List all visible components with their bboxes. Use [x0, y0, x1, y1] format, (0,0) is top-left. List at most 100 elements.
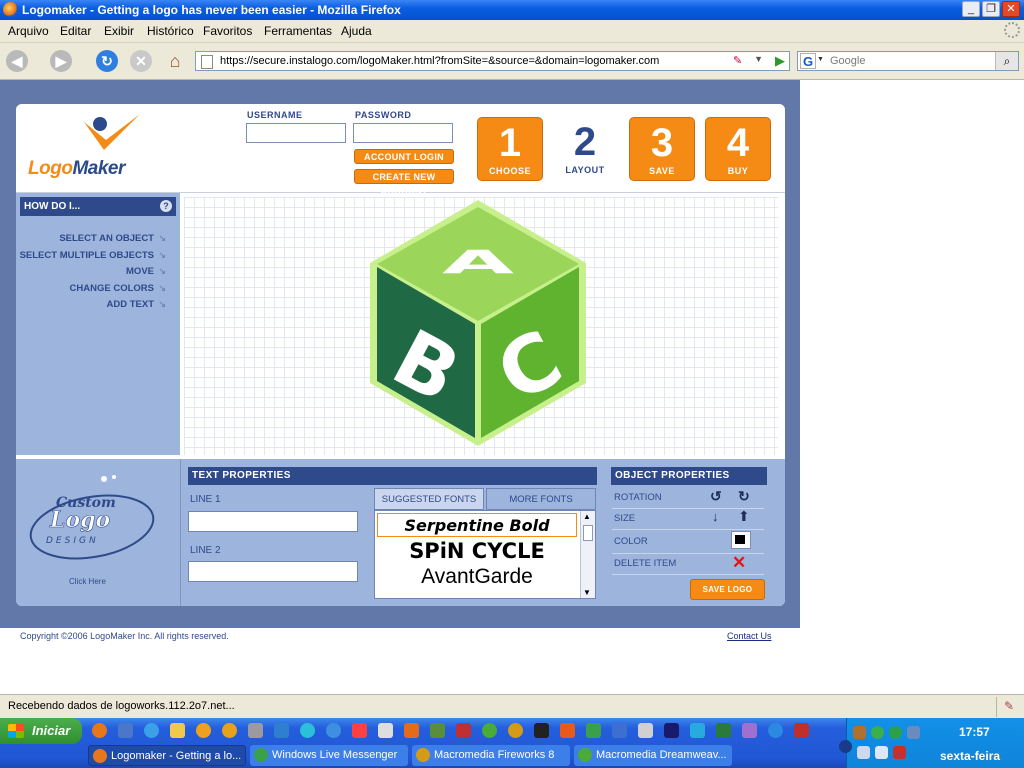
app-quicklaunch-icon-25[interactable] [716, 723, 731, 738]
abc-block-logo[interactable]: A B C [184, 197, 778, 455]
help-move[interactable]: MOVE [126, 266, 166, 277]
status-tool-icon[interactable]: ✎ [1004, 699, 1014, 713]
tray-security-icon[interactable] [893, 746, 906, 759]
scroll-thumb[interactable] [583, 525, 593, 541]
app-quicklaunch-icon-6[interactable] [222, 723, 237, 738]
menu-arquivo[interactable]: Arquivo [8, 24, 49, 38]
help-select-object[interactable]: SELECT AN OBJECT [59, 233, 165, 244]
task-dreamweaver[interactable]: Macromedia Dreamweav... [574, 745, 732, 766]
help-select-multiple[interactable]: SELECT MULTIPLE OBJECTS [20, 250, 167, 261]
restore-button[interactable]: ❐ [982, 1, 1000, 17]
forward-arrow-icon[interactable]: ▶ [50, 50, 72, 72]
app-quicklaunch-icon-12[interactable] [378, 723, 393, 738]
step-choose-button[interactable]: 1 CHOOSE [477, 117, 543, 181]
tab-more-fonts[interactable]: MORE FONTS [486, 488, 596, 510]
color-swatch-button[interactable] [731, 531, 751, 549]
start-button[interactable]: Iniciar [0, 718, 82, 744]
font-list-scrollbar[interactable]: ▲ ▼ [580, 511, 595, 598]
folder-quicklaunch-icon[interactable] [170, 723, 185, 738]
minimize-button[interactable]: _ [962, 1, 980, 17]
size-increase-icon[interactable]: ⬆ [738, 508, 750, 525]
search-icon[interactable]: ⌕ [995, 52, 1018, 70]
task-messenger[interactable]: Windows Live Messenger [250, 745, 408, 766]
logomaker-logo-text[interactable]: LogoMaker [28, 158, 125, 180]
home-icon[interactable]: ⌂ [164, 50, 186, 72]
help-add-text[interactable]: ADD TEXT [107, 299, 166, 310]
app-quicklaunch-icon-8[interactable] [274, 723, 289, 738]
size-decrease-icon[interactable]: ↓ [712, 509, 719, 524]
app-quicklaunch-icon-15[interactable] [456, 723, 471, 738]
username-input[interactable] [246, 123, 346, 143]
reload-icon[interactable]: ↻ [96, 50, 118, 72]
menu-ajuda[interactable]: Ajuda [341, 24, 372, 38]
scroll-up-icon[interactable]: ▲ [583, 512, 591, 521]
custom-logo-design-banner[interactable]: Custom Logo DESIGN [26, 469, 166, 569]
help-change-colors[interactable]: CHANGE COLORS [70, 283, 167, 294]
stop-icon[interactable]: ✕ [130, 50, 152, 72]
task-firefox[interactable]: Logomaker - Getting a lo... [88, 745, 246, 766]
menu-editar[interactable]: Editar [60, 24, 91, 38]
app-quicklaunch-icon-10[interactable] [326, 723, 341, 738]
menu-ferramentas[interactable]: Ferramentas [264, 24, 332, 38]
tray-check-icon[interactable] [871, 726, 884, 739]
delete-x-icon[interactable]: ✕ [732, 553, 746, 573]
app-quicklaunch-icon-24[interactable] [690, 723, 705, 738]
app-quicklaunch-icon-5[interactable] [196, 723, 211, 738]
password-input[interactable] [353, 123, 453, 143]
tray-volume-icon[interactable] [857, 746, 870, 759]
back-arrow-icon[interactable]: ◀ [6, 50, 28, 72]
app-quicklaunch-icon-23[interactable] [664, 723, 679, 738]
line1-input[interactable] [188, 511, 358, 532]
logo-canvas[interactable]: A B C [184, 197, 778, 455]
address-bar[interactable]: https://secure.instalogo.com/logoMaker.h… [195, 51, 790, 71]
firefox-quicklaunch-icon[interactable] [92, 723, 107, 738]
account-login-button[interactable]: ACCOUNT LOGIN [354, 149, 454, 164]
go-icon[interactable]: ▶ [775, 53, 785, 69]
app-quicklaunch-icon-7[interactable] [248, 723, 263, 738]
tray-network-icon[interactable] [907, 726, 920, 739]
tray-tool-icon[interactable] [853, 726, 866, 739]
app-quicklaunch-icon-9[interactable] [300, 723, 315, 738]
dropdown-arrow-icon[interactable]: ▼ [754, 54, 763, 64]
menu-favoritos[interactable]: Favoritos [203, 24, 252, 38]
app-quicklaunch-icon-14[interactable] [430, 723, 445, 738]
skype-quicklaunch-icon[interactable] [768, 723, 783, 738]
dreamweaver-quicklaunch-icon[interactable] [482, 723, 497, 738]
step-buy-button[interactable]: 4 BUY [705, 117, 771, 181]
contact-us-link[interactable]: Contact Us [727, 631, 772, 641]
font-option-avantgarde[interactable]: AvantGarde [377, 565, 577, 589]
line2-input[interactable] [188, 561, 358, 582]
fireworks-quicklaunch-icon[interactable] [508, 723, 523, 738]
font-option-spin-cycle[interactable]: SPiN CYCLE [377, 539, 577, 563]
tab-suggested-fonts[interactable]: SUGGESTED FONTS [374, 488, 484, 510]
font-option-serpentine[interactable]: Serpentine Bold [377, 513, 577, 537]
tray-messenger-icon[interactable] [889, 726, 902, 739]
messenger-quicklaunch-icon[interactable] [586, 723, 601, 738]
menu-exibir[interactable]: Exibir [104, 24, 134, 38]
scroll-down-icon[interactable]: ▼ [583, 588, 591, 597]
app-quicklaunch-icon-11[interactable] [352, 723, 367, 738]
tray-info-icon[interactable] [839, 740, 852, 753]
app-quicklaunch-icon-18[interactable] [534, 723, 549, 738]
google-engine-icon[interactable]: G [800, 53, 816, 69]
app-quicklaunch-icon-28[interactable] [794, 723, 809, 738]
app-quicklaunch-icon-21[interactable] [612, 723, 627, 738]
create-account-button[interactable]: CREATE NEW ACCOUNT [354, 169, 454, 196]
font-list[interactable]: Serpentine Bold SPiN CYCLE AvantGarde ▲ … [374, 510, 596, 599]
rotate-right-icon[interactable]: ↻ [738, 488, 750, 505]
step-layout-button[interactable]: 2 LAYOUT [552, 117, 618, 181]
search-box[interactable]: G ▼ Google ⌕ [797, 51, 1019, 71]
app-quicklaunch-icon-19[interactable] [560, 723, 575, 738]
menu-historico[interactable]: Histórico [147, 24, 194, 38]
tray-mail-icon[interactable] [875, 746, 888, 759]
app-quicklaunch-icon-13[interactable] [404, 723, 419, 738]
save-logo-button[interactable]: SAVE LOGO [690, 579, 765, 600]
task-fireworks[interactable]: Macromedia Fireworks 8 [412, 745, 570, 766]
app-quicklaunch-icon-26[interactable] [742, 723, 757, 738]
app-quicklaunch-icon-22[interactable] [638, 723, 653, 738]
click-here-link[interactable]: Click Here [69, 577, 106, 586]
step-save-button[interactable]: 3 SAVE [629, 117, 695, 181]
rotate-left-icon[interactable]: ↺ [710, 488, 722, 505]
close-button[interactable]: ✕ [1002, 1, 1020, 17]
ie-quicklaunch-icon[interactable] [144, 723, 159, 738]
